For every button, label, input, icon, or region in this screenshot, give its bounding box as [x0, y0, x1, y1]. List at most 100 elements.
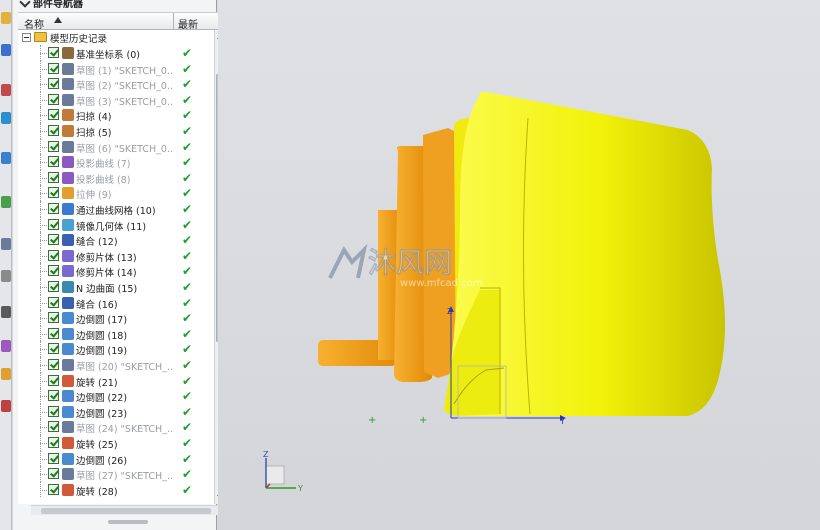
part-navigator-tab-icon[interactable] [1, 12, 11, 24]
visibility-checkbox[interactable] [48, 125, 59, 136]
visibility-checkbox[interactable] [48, 437, 59, 448]
model-history-label: 模型历史记录 [50, 34, 108, 45]
assembly-navigator-tab-icon[interactable] [1, 44, 11, 56]
tree-row[interactable]: 边倒圆 (26) ✔ [18, 450, 214, 467]
tree-row[interactable]: 边倒圆 (22) ✔ [18, 388, 214, 404]
visibility-checkbox[interactable] [48, 296, 59, 308]
roles-tab-icon[interactable] [1, 270, 11, 282]
sort-ascending-icon [54, 17, 62, 23]
visibility-checkbox[interactable] [48, 421, 59, 433]
visibility-checkbox[interactable] [48, 483, 59, 495]
visibility-checkbox[interactable] [48, 265, 59, 277]
datum-csys-icon [62, 47, 74, 59]
collapse-icon[interactable] [22, 33, 31, 42]
tree-row[interactable]: 镜像几何体 (11) ✔ [18, 216, 214, 233]
tree-row[interactable]: 草图 (3) "SKETCH_0... ✔ [18, 91, 214, 108]
tree-guide-line [40, 489, 47, 491]
visibility-checkbox[interactable] [48, 93, 59, 105]
latest-check-icon: ✔ [182, 482, 193, 497]
constraint-navigator-tab-icon[interactable] [1, 84, 11, 96]
visibility-checkbox[interactable] [48, 203, 59, 214]
reports-tab-icon[interactable] [1, 400, 11, 412]
model-view-svg[interactable]: Z Y + + Z Y 沐风网 www.mfcad.com [218, 0, 820, 530]
column-header: 名称 最新 [18, 12, 226, 31]
visibility-checkbox[interactable] [48, 62, 59, 74]
tree-row[interactable]: 边倒圆 (18) ✔ [18, 325, 214, 342]
tree-row[interactable]: 边倒圆 (19) ✔ [18, 341, 214, 357]
tree-guide-line [40, 115, 47, 117]
panel-resize-grip[interactable] [108, 520, 148, 524]
visibility-checkbox[interactable] [48, 78, 59, 90]
visibility-checkbox[interactable] [48, 156, 59, 168]
tree-row[interactable]: 旋转 (28) ✔ [18, 481, 214, 498]
tree-row[interactable]: 草图 (2) "SKETCH_0... ✔ [18, 76, 214, 92]
visibility-checkbox[interactable] [48, 359, 59, 370]
csys-y-label: Y [559, 417, 565, 426]
yellow-body[interactable] [444, 92, 725, 416]
visibility-checkbox[interactable] [48, 234, 59, 246]
system-scenes-tab-icon[interactable] [1, 306, 11, 318]
visibility-checkbox[interactable] [48, 249, 59, 261]
palette-tab-icon[interactable] [1, 340, 11, 352]
feature-label: N 边曲面 (15) [76, 284, 138, 295]
tree-row[interactable]: 草图 (27) "SKETCH_... ✔ [18, 466, 214, 482]
visibility-checkbox[interactable] [48, 327, 59, 339]
web-browser-tab-icon[interactable] [1, 152, 11, 164]
visibility-checkbox[interactable] [48, 47, 59, 58]
model-history-node[interactable]: 模型历史记录 [18, 30, 214, 45]
visibility-checkbox[interactable] [48, 187, 59, 199]
visibility-checkbox[interactable] [48, 140, 59, 152]
visibility-checkbox[interactable] [48, 109, 59, 121]
visibility-checkbox[interactable] [48, 281, 59, 292]
feature-label: 拉伸 (9) [76, 190, 112, 202]
tree-row[interactable]: 草图 (24) "SKETCH_... ✔ [18, 419, 214, 435]
visibility-checkbox[interactable] [48, 343, 59, 355]
tree-row[interactable]: 草图 (1) "SKETCH_0... ✔ [18, 60, 214, 77]
visibility-checkbox[interactable] [48, 312, 59, 324]
csys-z-label: Z [447, 307, 453, 316]
materials-tab-icon[interactable] [1, 368, 11, 380]
history-tab-icon[interactable] [1, 196, 11, 208]
process-studio-tab-icon[interactable] [1, 238, 11, 250]
tree-horizontal-scrollbar[interactable] [31, 505, 226, 515]
visibility-checkbox[interactable] [48, 452, 59, 464]
pin-icon[interactable] [19, 0, 31, 8]
tree-row[interactable]: 扫掠 (5) ✔ [18, 123, 214, 139]
visibility-checkbox[interactable] [48, 171, 59, 183]
view-triad[interactable]: Z Y [263, 450, 303, 493]
tree-row[interactable]: 旋转 (21) ✔ [18, 372, 214, 389]
visibility-checkbox[interactable] [48, 374, 59, 386]
tree-row[interactable]: 草图 (20) "SKETCH_... ✔ [18, 357, 214, 373]
tree-row[interactable]: 修剪片体 (14) ✔ [18, 263, 214, 279]
visibility-checkbox[interactable] [48, 390, 59, 402]
feature-label: 草图 (24) "SKETCH_... [76, 424, 174, 436]
tree-row[interactable]: N 边曲面 (15) ✔ [18, 279, 214, 295]
visibility-checkbox[interactable] [48, 405, 59, 417]
tree-row[interactable]: 基准坐标系 (0) ✔ [18, 45, 214, 61]
feature-label: 通过曲线网格 (10) [76, 206, 156, 217]
hscroll-thumb[interactable] [41, 508, 211, 514]
tree-row[interactable]: 缝合 (12) ✔ [18, 232, 214, 248]
tree-row[interactable]: 通过曲线网格 (10) ✔ [18, 201, 214, 217]
column-header-latest[interactable]: 最新 [178, 16, 198, 31]
datum-point-marker: + [368, 415, 376, 426]
tree-row[interactable]: 缝合 (16) ✔ [18, 294, 214, 311]
latest-check-icon: ✔ [182, 92, 193, 107]
graphics-viewport[interactable]: Z Y + + Z Y 沐风网 www.mfcad.com [218, 0, 820, 530]
tree-guide-line [40, 349, 47, 351]
sketch-icon [62, 93, 74, 106]
reuse-library-tab-icon[interactable] [1, 112, 11, 124]
tree-row[interactable]: 拉伸 (9) ✔ [18, 185, 214, 201]
tree-row[interactable]: 草图 (6) "SKETCH_0... ✔ [18, 138, 214, 155]
tree-row[interactable]: 边倒圆 (23) ✔ [18, 403, 214, 420]
column-header-name[interactable]: 名称 [24, 16, 44, 31]
tree-row[interactable]: 旋转 (25) ✔ [18, 435, 214, 451]
tree-row[interactable]: 投影曲线 (8) ✔ [18, 169, 214, 186]
tree-row[interactable]: 边倒圆 (17) ✔ [18, 310, 214, 326]
column-separator[interactable] [173, 13, 174, 31]
tree-row[interactable]: 修剪片体 (13) ✔ [18, 247, 214, 264]
visibility-checkbox[interactable] [48, 468, 59, 480]
tree-row[interactable]: 扫掠 (4) ✔ [18, 107, 214, 123]
tree-row[interactable]: 投影曲线 (7) ✔ [18, 154, 214, 170]
visibility-checkbox[interactable] [48, 218, 59, 230]
